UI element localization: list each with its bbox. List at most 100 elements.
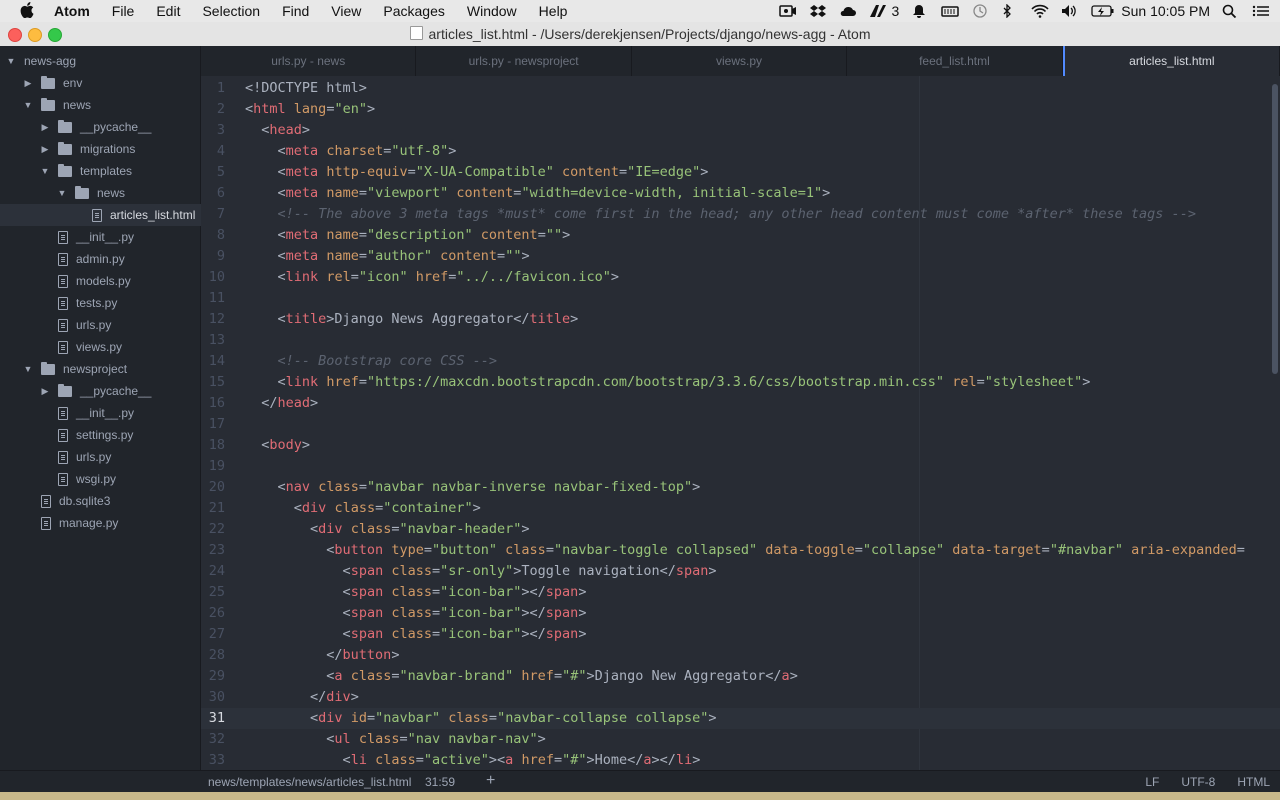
- line-number[interactable]: 14: [201, 351, 225, 372]
- tree-file-item[interactable]: manage.py: [0, 512, 223, 534]
- line-number[interactable]: 6: [201, 183, 225, 204]
- tree-folder-item[interactable]: ▼ news-agg: [0, 50, 206, 72]
- window-titlebar[interactable]: articles_list.html - /Users/derekjensen/…: [0, 22, 1280, 47]
- memory-icon[interactable]: [941, 4, 960, 18]
- code-line[interactable]: 17: [201, 414, 1280, 435]
- line-number[interactable]: 23: [201, 540, 225, 561]
- tree-folder-item[interactable]: ▼ news: [0, 94, 223, 116]
- code-line[interactable]: 31 <div id="navbar" class="navbar-collap…: [201, 708, 1280, 729]
- menu-selection[interactable]: Selection: [202, 3, 260, 19]
- code-line[interactable]: 23 <button type="button" class="navbar-t…: [201, 540, 1280, 561]
- chevron-right-icon[interactable]: ▶: [23, 78, 33, 89]
- code-line[interactable]: 16 </head>: [201, 393, 1280, 414]
- code-line[interactable]: 10 <link rel="icon" href="../../favicon.…: [201, 267, 1280, 288]
- code-line[interactable]: 28 </button>: [201, 645, 1280, 666]
- line-number[interactable]: 20: [201, 477, 225, 498]
- line-number[interactable]: 4: [201, 141, 225, 162]
- code-editor[interactable]: 1 <!DOCTYPE html> 2 <html lang="en"> 3 <head…: [201, 76, 1280, 770]
- volume-icon[interactable]: [1061, 4, 1079, 18]
- line-number[interactable]: 33: [201, 750, 225, 770]
- status-file-path[interactable]: news/templates/news/articles_list.html: [208, 775, 411, 789]
- code-line[interactable]: 2 <html lang="en">: [201, 99, 1280, 120]
- line-number[interactable]: 8: [201, 225, 225, 246]
- line-number[interactable]: 10: [201, 267, 225, 288]
- code-line[interactable]: 13: [201, 330, 1280, 351]
- line-number[interactable]: 15: [201, 372, 225, 393]
- screen-record-icon[interactable]: [779, 4, 797, 18]
- code-line[interactable]: 3 <head>: [201, 120, 1280, 141]
- spotlight-search-icon[interactable]: [1222, 4, 1240, 19]
- code-line[interactable]: 22 <div class="navbar-header">: [201, 519, 1280, 540]
- tree-folder-item[interactable]: ▼ newsproject: [0, 358, 223, 380]
- code-line[interactable]: 18 <body>: [201, 435, 1280, 456]
- code-line[interactable]: 4 <meta charset="utf-8">: [201, 141, 1280, 162]
- editor-tab[interactable]: urls.py - news: [201, 46, 417, 76]
- menubar-clock[interactable]: Sun 10:05 PM: [1121, 3, 1210, 19]
- line-number[interactable]: 22: [201, 519, 225, 540]
- code-line[interactable]: 1 <!DOCTYPE html>: [201, 78, 1280, 99]
- menu-packages[interactable]: Packages: [383, 3, 444, 19]
- status-encoding[interactable]: UTF-8: [1181, 775, 1215, 789]
- code-line[interactable]: 27 <span class="icon-bar"></span>: [201, 624, 1280, 645]
- add-tab-button[interactable]: +: [486, 772, 495, 790]
- menu-find[interactable]: Find: [282, 3, 309, 19]
- line-number[interactable]: 12: [201, 309, 225, 330]
- code-line[interactable]: 19: [201, 456, 1280, 477]
- editor-tab[interactable]: views.py: [632, 46, 848, 76]
- code-line[interactable]: 32 <ul class="nav navbar-nav">: [201, 729, 1280, 750]
- notification-center-icon[interactable]: [1252, 4, 1270, 18]
- line-number[interactable]: 21: [201, 498, 225, 519]
- line-number[interactable]: 18: [201, 435, 225, 456]
- code-line[interactable]: 9 <meta name="author" content="">: [201, 246, 1280, 267]
- line-number[interactable]: 32: [201, 729, 225, 750]
- line-number[interactable]: 2: [201, 99, 225, 120]
- chevron-down-icon[interactable]: ▼: [57, 188, 67, 198]
- code-line[interactable]: 24 <span class="sr-only">Toggle navigati…: [201, 561, 1280, 582]
- line-number[interactable]: 9: [201, 246, 225, 267]
- line-number[interactable]: 5: [201, 162, 225, 183]
- code-line[interactable]: 12 <title>Django News Aggregator</title>: [201, 309, 1280, 330]
- brand-tray-icon[interactable]: 3: [869, 3, 899, 19]
- line-number[interactable]: 27: [201, 624, 225, 645]
- menu-window[interactable]: Window: [467, 3, 517, 19]
- code-line[interactable]: 8 <meta name="description" content="">: [201, 225, 1280, 246]
- code-line[interactable]: 20 <nav class="navbar navbar-inverse nav…: [201, 477, 1280, 498]
- code-line[interactable]: 5 <meta http-equiv="X-UA-Compatible" con…: [201, 162, 1280, 183]
- code-line[interactable]: 21 <div class="container">: [201, 498, 1280, 519]
- menu-help[interactable]: Help: [539, 3, 568, 19]
- line-number[interactable]: 3: [201, 120, 225, 141]
- status-cursor-position[interactable]: 31:59: [425, 775, 455, 789]
- chevron-down-icon[interactable]: ▼: [6, 56, 16, 66]
- line-number[interactable]: 7: [201, 204, 225, 225]
- chevron-down-icon[interactable]: ▼: [23, 100, 33, 110]
- line-number[interactable]: 31: [201, 708, 225, 729]
- line-number[interactable]: 19: [201, 456, 225, 477]
- line-number[interactable]: 26: [201, 603, 225, 624]
- status-grammar[interactable]: HTML: [1237, 775, 1270, 789]
- battery-icon[interactable]: [1091, 4, 1114, 18]
- line-number[interactable]: 24: [201, 561, 225, 582]
- code-line[interactable]: 25 <span class="icon-bar"></span>: [201, 582, 1280, 603]
- line-number[interactable]: 1: [201, 78, 225, 99]
- bell-icon[interactable]: [911, 4, 929, 18]
- wifi-icon[interactable]: [1031, 4, 1049, 18]
- line-number[interactable]: 11: [201, 288, 225, 309]
- tree-file-item[interactable]: db.sqlite3: [0, 490, 223, 512]
- line-number[interactable]: 29: [201, 666, 225, 687]
- status-line-ending[interactable]: LF: [1145, 775, 1159, 789]
- editor-tab[interactable]: feed_list.html: [847, 46, 1063, 76]
- code-line[interactable]: 15 <link href="https://maxcdn.bootstrapc…: [201, 372, 1280, 393]
- line-number[interactable]: 30: [201, 687, 225, 708]
- line-number[interactable]: 13: [201, 330, 225, 351]
- code-line[interactable]: 29 <a class="navbar-brand" href="#">Djan…: [201, 666, 1280, 687]
- editor-tab[interactable]: urls.py - newsproject: [416, 46, 632, 76]
- code-line[interactable]: 33 <li class="active"><a href="#">Home</…: [201, 750, 1280, 770]
- code-line[interactable]: 6 <meta name="viewport" content="width=d…: [201, 183, 1280, 204]
- chevron-down-icon[interactable]: ▼: [40, 166, 50, 176]
- menu-app-atom[interactable]: Atom: [54, 3, 90, 19]
- chevron-right-icon[interactable]: ▶: [40, 386, 50, 397]
- line-number[interactable]: 28: [201, 645, 225, 666]
- editor-tab[interactable]: articles_list.html: [1062, 46, 1280, 76]
- menu-file[interactable]: File: [112, 3, 135, 19]
- cloud-icon[interactable]: [839, 4, 857, 18]
